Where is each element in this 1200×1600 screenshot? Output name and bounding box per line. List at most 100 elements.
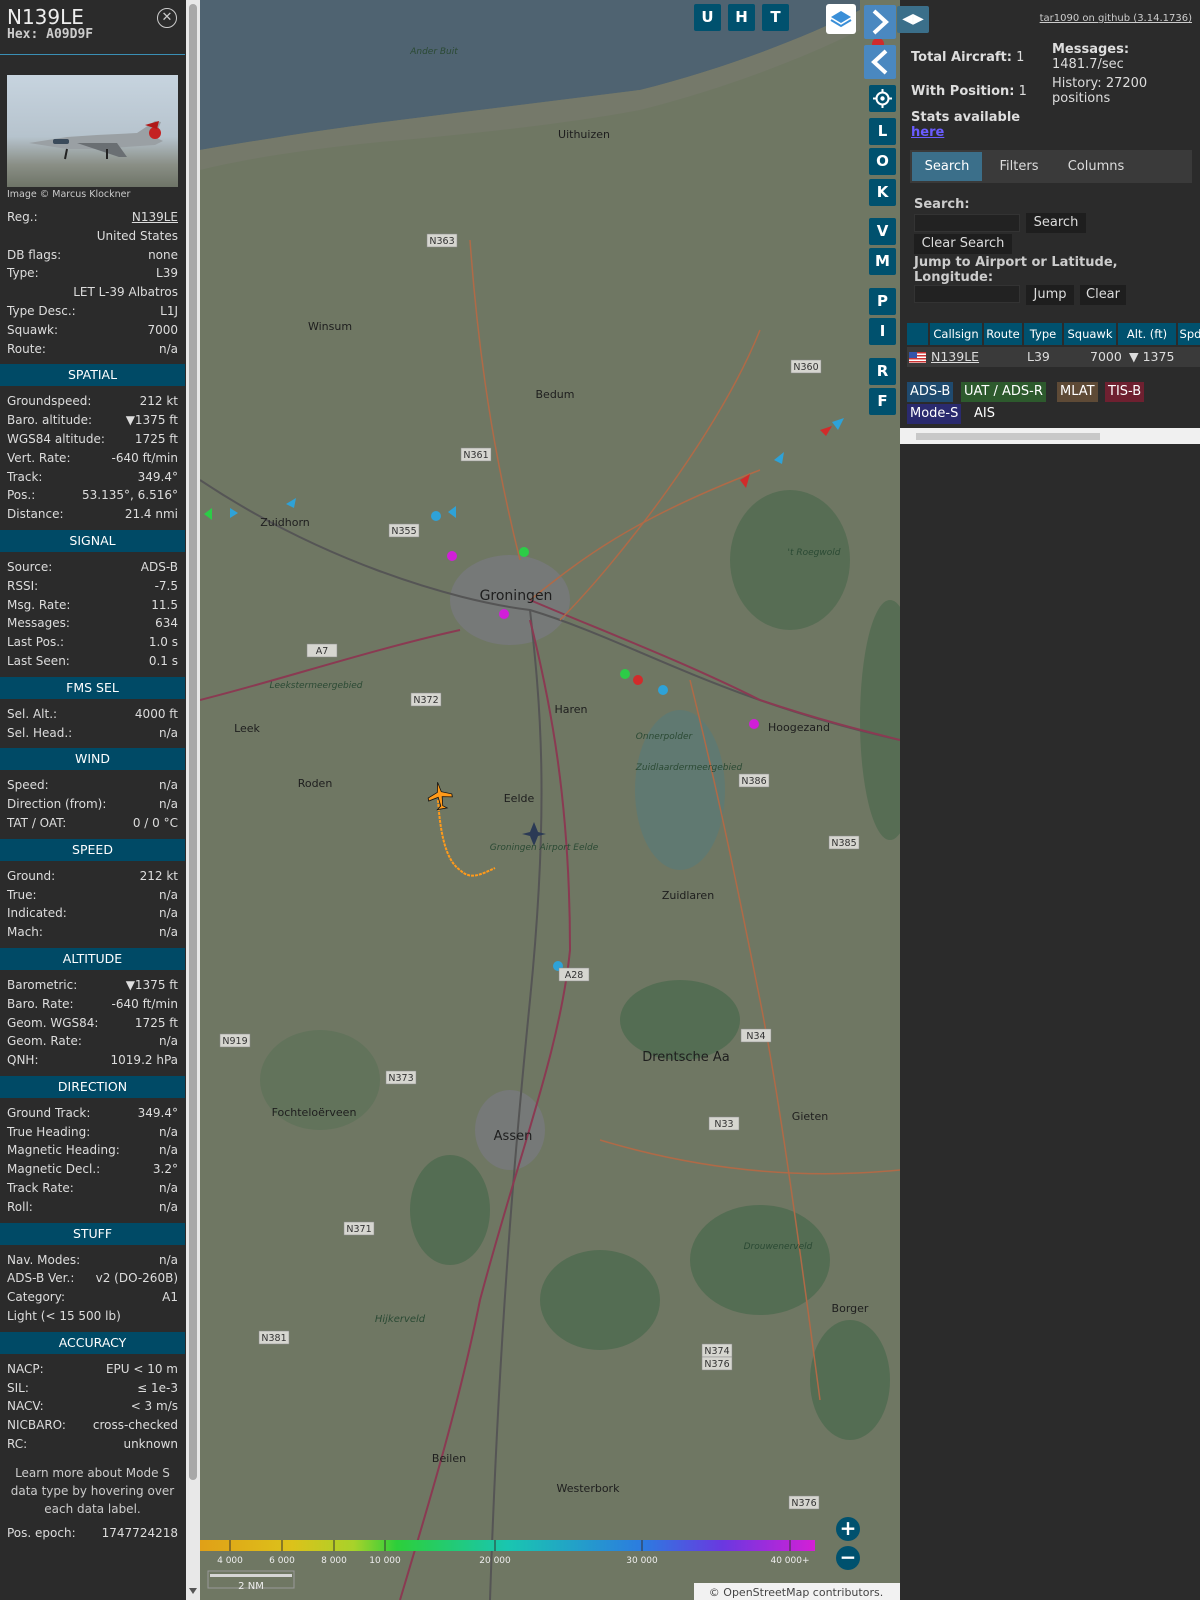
info-row: SIL: ≤ 1e-3 [0, 1379, 185, 1398]
map-button-m[interactable]: M [869, 248, 896, 275]
row-callsign[interactable]: N139LE [931, 347, 979, 367]
section-title: SIGNAL [0, 529, 185, 552]
jump-input[interactable] [914, 285, 1020, 303]
column-header[interactable]: Type [1024, 323, 1063, 345]
map-button-t[interactable]: T [762, 4, 789, 31]
zoom-out-button[interactable]: − [836, 1546, 860, 1570]
history-stat: History: 27200 positions [1052, 76, 1147, 106]
aircraft-header: N139LE Hex: A09D9F ✕ [0, 0, 185, 55]
detail-sections: SPATIAL Groundspeed: 212 kt Baro. altitude:… [0, 364, 185, 1453]
map-view[interactable]: Uithuizen Winsum Bedum Zuidhorn Groningen Har… [200, 0, 900, 1600]
aircraft-marker[interactable] [633, 675, 643, 685]
section-title: FMS SEL [0, 676, 185, 699]
sidebar-scroll-thumb[interactable] [189, 4, 197, 1480]
aircraft-marker[interactable] [620, 669, 630, 679]
info-value[interactable]: N139LE [132, 208, 178, 227]
expand-sidebar-icon[interactable]: ◀▶ [897, 6, 929, 33]
github-link[interactable]: tar1090 on github (3.14.1736) [1040, 13, 1192, 24]
clear-button[interactable]: Clear [1080, 285, 1126, 305]
clear-search-button[interactable]: Clear Search [914, 234, 1012, 254]
map-button-i[interactable]: I [869, 318, 896, 345]
map-button-u[interactable]: U [694, 4, 721, 31]
column-header[interactable]: Squawk [1064, 323, 1117, 345]
scroll-down-arrow-icon[interactable] [189, 1588, 197, 1594]
place-label: Zuidhorn [260, 516, 310, 529]
aircraft-marker[interactable] [499, 609, 509, 619]
map-canvas[interactable]: Uithuizen Winsum Bedum Zuidhorn Groningen Har… [200, 0, 900, 1600]
place-label: Assen [494, 1129, 533, 1144]
zoom-in-button[interactable]: + [836, 1517, 860, 1541]
info-value: n/a [158, 1124, 178, 1139]
column-header[interactable]: Spd [1178, 323, 1200, 345]
chevron-right-icon[interactable] [864, 5, 896, 39]
section-title: SPEED [0, 838, 185, 861]
info-row: Route: n/a [0, 340, 185, 359]
legend-tick-label: 20 000 [479, 1556, 511, 1566]
road-label-text: A28 [565, 970, 584, 981]
tab-filters[interactable]: Filters [986, 152, 1052, 181]
info-value: -640 ft/min [111, 996, 178, 1011]
info-value: 53.135°, 6.516° [82, 488, 178, 503]
source-badge: MLAT [1057, 382, 1098, 402]
map-button-h[interactable]: H [728, 4, 755, 31]
info-row: QNH: 1019.2 hPa [0, 1051, 185, 1070]
legend-tick-label: 4 000 [217, 1556, 243, 1566]
info-row: United States [0, 227, 185, 246]
info-value: v2 (DO-260B) [95, 1271, 178, 1286]
total-aircraft: Total Aircraft: 1 [911, 50, 1024, 65]
aircraft-marker[interactable] [749, 719, 759, 729]
road-label: N376 [788, 1495, 820, 1510]
column-header[interactable]: Callsign [930, 323, 983, 345]
table-row[interactable]: N139LE L39 7000 ▼ 1375 [907, 347, 1200, 367]
info-row: Category: A1 [0, 1288, 185, 1307]
aircraft-marker[interactable] [431, 511, 441, 521]
chevron-left-icon[interactable] [864, 45, 896, 79]
sidebar-scrollbar[interactable] [186, 0, 200, 1600]
info-row: Roll: n/a [0, 1198, 185, 1217]
column-header[interactable]: Route [984, 323, 1023, 345]
info-label: TAT / OAT: [7, 815, 67, 830]
search-button[interactable]: Search [1026, 213, 1086, 233]
stats-link[interactable]: here [911, 125, 1020, 140]
row-altitude: ▼ 1375 [1129, 349, 1175, 364]
info-value: 349.4° [137, 1105, 178, 1120]
aircraft-photo[interactable] [7, 75, 178, 187]
aircraft-marker[interactable] [447, 551, 457, 561]
map-button-k[interactable]: K [869, 179, 896, 206]
aircraft-marker[interactable] [658, 685, 668, 695]
info-row: Msg. Rate: 11.5 [0, 596, 185, 615]
info-label: Baro. Rate: [7, 996, 74, 1011]
info-value: L1J [160, 303, 178, 318]
tab-search[interactable]: Search [912, 152, 982, 181]
map-button-r[interactable]: R [869, 358, 896, 385]
section-title: ACCURACY [0, 1331, 185, 1354]
source-badge: Mode-S [907, 404, 962, 424]
column-header[interactable] [907, 323, 929, 345]
settings-gear-icon[interactable] [869, 85, 896, 112]
layers-icon[interactable] [826, 4, 856, 34]
map-button-o[interactable]: O [869, 148, 896, 175]
place-label: Drentsche Aa [642, 1050, 730, 1065]
map-button-f[interactable]: F [869, 388, 896, 415]
table-horizontal-scrollbar[interactable] [900, 428, 1200, 444]
table-scroll-thumb[interactable] [916, 433, 1100, 440]
road-label-text: N363 [429, 236, 454, 247]
close-icon[interactable]: ✕ [157, 8, 177, 28]
info-label: Geom. WGS84: [7, 1015, 99, 1030]
map-button-v[interactable]: V [869, 218, 896, 245]
info-row: DB flags: none [0, 246, 185, 265]
search-input[interactable] [914, 214, 1020, 232]
map-button-p[interactable]: P [869, 288, 896, 315]
column-header[interactable]: Alt. (ft) [1118, 323, 1177, 345]
jump-button[interactable]: Jump [1026, 285, 1074, 305]
place-label: Groningen Airport Eelde [490, 843, 599, 853]
aircraft-marker[interactable] [519, 547, 529, 557]
road-label-text: N355 [391, 526, 416, 537]
info-label: DB flags: [7, 247, 62, 262]
info-row: ADS-B Ver.: v2 (DO-260B) [0, 1269, 185, 1288]
map-button-l[interactable]: L [869, 118, 896, 145]
road-label: N372 [410, 692, 442, 707]
tab-columns[interactable]: Columns [1056, 152, 1136, 181]
road-label-text: N385 [831, 838, 856, 849]
info-value: 4000 ft [134, 706, 178, 721]
